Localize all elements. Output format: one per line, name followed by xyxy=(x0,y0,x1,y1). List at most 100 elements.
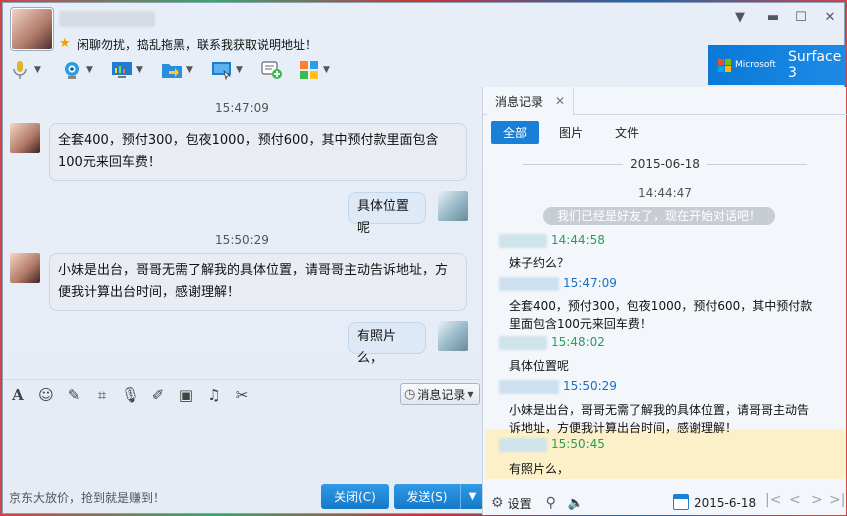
sender-name-blurred xyxy=(499,276,559,291)
contact-signature: 闲聊勿扰，捣乱拖黑，联系我获取说明地址！ xyxy=(77,38,318,52)
chevron-down-icon: ▼ xyxy=(136,65,143,75)
tab-label: 消息记录 xyxy=(495,94,544,109)
contact-name-blurred xyxy=(59,11,155,27)
chevron-down-icon: ▼ xyxy=(86,65,93,75)
history-entry-header: 15:47:09 xyxy=(499,276,819,291)
scissors-icon[interactable]: ✂ xyxy=(233,386,251,404)
voice-message-icon[interactable]: 🎙 xyxy=(121,386,140,404)
video-call-button[interactable]: ▼ xyxy=(61,58,93,82)
my-avatar-small[interactable] xyxy=(438,321,468,351)
pin-dropdown-icon[interactable]: ▼ xyxy=(731,10,749,26)
remote-screen-icon xyxy=(111,59,133,81)
send-file-button[interactable]: ▼ xyxy=(161,58,193,82)
share-screen-icon xyxy=(211,59,233,81)
filter-files[interactable]: 文件 xyxy=(603,121,651,144)
star-icon: ★ xyxy=(59,36,71,51)
message-timestamp: 15:50:29 xyxy=(215,233,269,247)
calendar-icon[interactable] xyxy=(673,494,689,510)
speaker-icon[interactable]: 🔈 xyxy=(568,496,584,511)
message-bubble-outgoing: 有照片么， xyxy=(348,322,426,366)
video-call-icon xyxy=(61,59,83,81)
system-time: 14:44:47 xyxy=(638,186,692,200)
message-bubble-outgoing: 具体位置呢 xyxy=(348,192,426,236)
system-message: 我们已经是好友了，现在开始对话吧！ xyxy=(543,207,775,225)
history-tabbar: 消息记录 ✕ xyxy=(483,87,847,115)
next-page-button[interactable]: > xyxy=(811,492,823,508)
entry-time: 15:47:09 xyxy=(563,276,617,290)
send-button[interactable]: 发送(S) xyxy=(394,484,460,509)
history-entry-text: 全套400，预付300，包夜1000，预付600，其中预付款 里面包含100元来… xyxy=(509,297,819,333)
date-separator: 2015-06-18 xyxy=(483,157,847,171)
maximize-button[interactable]: ☐ xyxy=(792,10,810,26)
prev-page-button[interactable]: < xyxy=(789,492,801,508)
chevron-down-icon: ▼ xyxy=(236,65,243,75)
surface-ad-banner[interactable]: Microsoft Surface 3 xyxy=(708,45,846,85)
message-text-line: 便我计算出台时间，感谢理解！ xyxy=(58,285,241,300)
contact-avatar-small[interactable] xyxy=(10,253,40,283)
filter-images[interactable]: 图片 xyxy=(547,121,595,144)
tab-message-history[interactable]: 消息记录 ✕ xyxy=(487,87,575,115)
entry-time: 15:50:45 xyxy=(551,437,605,451)
date-picker[interactable]: 2015-6-18 xyxy=(694,496,756,510)
minimize-button[interactable]: ▬ xyxy=(764,10,782,26)
chevron-down-icon: ▼ xyxy=(467,389,474,399)
search-icon[interactable]: ⚲ xyxy=(546,495,556,511)
message-history-button[interactable]: ◷ 消息记录 ▼ xyxy=(400,383,480,405)
message-text-line: 100元来回车费！ xyxy=(58,155,161,170)
message-text: 有照片么， xyxy=(357,329,397,366)
chevron-down-icon: ▼ xyxy=(323,65,330,75)
entry-time: 14:44:58 xyxy=(551,233,605,247)
history-entry-header: 15:48:02 xyxy=(499,335,819,350)
ad-product: Surface 3 xyxy=(787,49,842,81)
contact-avatar-small[interactable] xyxy=(10,123,40,153)
image-icon[interactable]: ▣ xyxy=(177,386,195,404)
filter-all[interactable]: 全部 xyxy=(491,121,540,144)
message-input[interactable] xyxy=(3,409,481,479)
close-icon[interactable]: ✕ xyxy=(555,94,565,108)
close-button[interactable]: 关闭(C) xyxy=(321,484,389,509)
apps-icon xyxy=(298,59,320,81)
microphone-icon xyxy=(9,59,31,81)
message-history-label: 消息记录 xyxy=(417,387,466,402)
close-window-button[interactable]: ✕ xyxy=(821,10,839,26)
history-entry-text: 有照片么， xyxy=(509,462,570,476)
last-page-button[interactable]: >| xyxy=(829,492,845,508)
send-file-icon xyxy=(161,59,183,81)
screenshot-icon[interactable]: ⌗ xyxy=(93,386,111,404)
apps-button[interactable]: ▼ xyxy=(298,58,330,82)
chat-messages-area[interactable]: 15:47:09 全套400，预付300，包夜1000，预付600，其中预付款里… xyxy=(3,87,481,377)
share-screen-button[interactable]: ▼ xyxy=(211,58,243,82)
my-avatar-small[interactable] xyxy=(438,191,468,221)
history-entry-header: 14:44:58 xyxy=(499,233,819,248)
history-filters: 全部 图片 文件 xyxy=(491,121,659,144)
history-panel: 消息记录 ✕ 全部 图片 文件 2015-06-18 14:44:47 我们已经… xyxy=(482,87,847,515)
invite-button[interactable] xyxy=(261,58,283,82)
gear-icon: ⚙ xyxy=(491,495,504,511)
send-options-dropdown[interactable]: ▼ xyxy=(460,484,484,509)
promo-text[interactable]: 京东大放价，抢到就是赚到！ xyxy=(9,489,165,506)
nudge-icon[interactable]: ✎ xyxy=(65,386,83,404)
clock-icon: ◷ xyxy=(404,386,416,402)
sender-name-blurred xyxy=(499,437,547,452)
message-text: 具体位置呢 xyxy=(357,199,410,236)
settings-label: 设置 xyxy=(507,496,532,511)
chat-window: ★ 闲聊勿扰，捣乱拖黑，联系我获取说明地址！ ▼ ▬ ☐ ✕ ▼ ▼ ▼ ▼ ▼… xyxy=(2,2,847,515)
divider xyxy=(707,164,807,165)
voice-call-button[interactable]: ▼ xyxy=(9,58,41,82)
chevron-down-icon: ▼ xyxy=(34,65,41,75)
history-entry-text: 小妹是出台，哥哥无需了解我的具体位置，请哥哥主动告 诉地址，方便我计算出台时间，… xyxy=(509,401,819,437)
add-user-icon xyxy=(261,59,283,81)
edit-icon[interactable]: ✐ xyxy=(149,386,167,404)
sender-name-blurred xyxy=(499,335,547,350)
contact-avatar[interactable] xyxy=(11,8,53,50)
font-icon[interactable]: A xyxy=(9,386,27,404)
emoji-icon[interactable]: ☺ xyxy=(37,386,55,404)
microsoft-logo-icon xyxy=(718,58,731,72)
remote-screen-button[interactable]: ▼ xyxy=(111,58,143,82)
music-icon[interactable]: ♫ xyxy=(205,386,223,404)
settings-button[interactable]: ⚙ 设置 xyxy=(491,495,532,512)
sender-name-blurred xyxy=(499,379,559,394)
ad-brand: Microsoft xyxy=(735,60,776,70)
first-page-button[interactable]: |< xyxy=(765,492,781,508)
entry-text-line: 小妹是出台，哥哥无需了解我的具体位置，请哥哥主动告 xyxy=(509,403,810,417)
